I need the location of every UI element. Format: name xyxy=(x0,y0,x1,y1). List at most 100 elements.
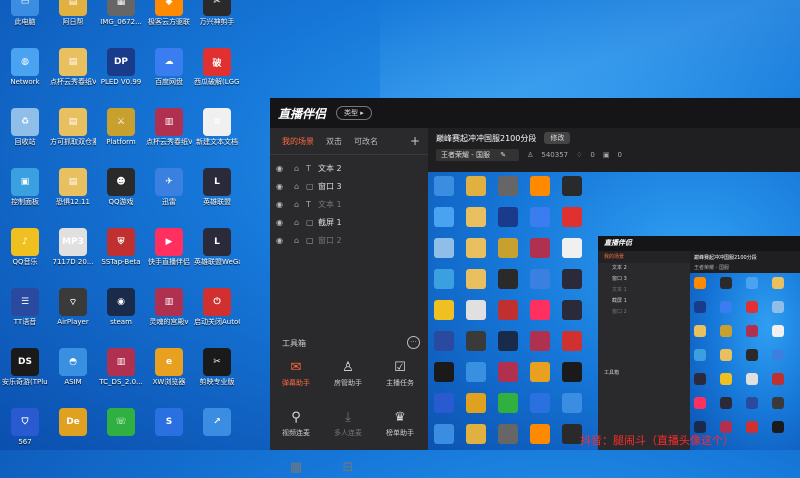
desktop-icon[interactable]: ♪ QQ音乐 xyxy=(2,228,48,267)
desktop-icon[interactable]: ☰ TT语音 xyxy=(2,288,48,327)
preview-desktop-icon xyxy=(498,424,518,444)
scene-item[interactable]: ◉ ⌂ T 文本 1 xyxy=(270,195,428,213)
nested-preview-icon xyxy=(694,373,706,385)
toolbox-item[interactable]: ▦ xyxy=(270,460,322,478)
desktop-icon[interactable]: ☻ QQ游戏 xyxy=(98,168,144,207)
toolbox-item[interactable]: ♛ 榜单助手 xyxy=(374,410,426,438)
visibility-eye-icon[interactable]: ◉ xyxy=(276,200,290,209)
nested-preview-icon xyxy=(772,397,784,409)
nested-preview-icon xyxy=(746,277,758,289)
tab-rename[interactable]: 可改名 xyxy=(354,136,378,147)
desktop-icon[interactable]: ▥ 点杯云秀春纸V1.8.8 xyxy=(146,108,192,147)
type-button[interactable]: 类型 ▸ xyxy=(336,106,372,120)
desktop-icon-label: 英雄联盟 xyxy=(203,198,231,206)
stream-preview[interactable]: 直播伴侣 我的场景 文本 2 窗口 3 文本 1 截屏 1 窗口 2 工具箱 巅峰赛起冲… xyxy=(428,172,800,450)
add-scene-button[interactable]: + xyxy=(410,134,420,148)
desktop-icon[interactable]: ▭ 此电脑 xyxy=(2,0,48,27)
lock-icon[interactable]: ⌂ xyxy=(294,218,306,227)
scene-item[interactable]: ◉ ⌂ ▢ 窗口 3 xyxy=(270,177,428,195)
lock-icon[interactable]: ⌂ xyxy=(294,182,306,191)
scene-tabs: 我的场景 双击 可改名 + xyxy=(270,128,428,155)
lock-icon[interactable]: ⌂ xyxy=(294,236,306,245)
desktop-icon[interactable]: ⛉ 567 xyxy=(2,408,48,447)
visibility-eye-icon[interactable]: ◉ xyxy=(276,164,290,173)
desktop-icon[interactable]: ⌔ AirPlayer xyxy=(50,288,96,327)
lock-icon[interactable]: ⌂ xyxy=(294,200,306,209)
preview-desktop-icon xyxy=(434,424,454,444)
scene-item[interactable]: ◉ ⌂ T 文本 2 xyxy=(270,159,428,177)
gift-icon: ▣ xyxy=(602,151,610,159)
desktop-icon[interactable]: ▣ 控制面板 xyxy=(2,168,48,207)
toolbox-more-button[interactable]: ··· xyxy=(407,336,420,349)
scene-item[interactable]: ◉ ⌂ ▢ 截屏 1 xyxy=(270,213,428,231)
tab-my-scenes[interactable]: 我的场景 xyxy=(282,136,314,147)
desktop-icon[interactable]: L 英雄联盟WeGame版 xyxy=(194,228,240,267)
desktop-icon[interactable]: ✂ 剪映专业版 xyxy=(194,348,240,387)
visibility-eye-icon[interactable]: ◉ xyxy=(276,236,290,245)
desktop-icon[interactable]: ▦ IMG_0672... xyxy=(98,0,144,27)
toolbox-item[interactable]: ✉ 弹幕助手 xyxy=(270,360,322,388)
desktop-icon[interactable]: ▤ 方可抓取双仓素版 xyxy=(50,108,96,147)
nested-preview-icon xyxy=(746,421,758,433)
desktop-icon[interactable]: ▤ 阿日帮 xyxy=(50,0,96,27)
preview-desktop-icon xyxy=(466,331,486,351)
toolbox-header: 工具箱 xyxy=(282,339,306,348)
desktop-icon[interactable]: ☁ 百度网盘 xyxy=(146,48,192,87)
desktop-icon[interactable]: ◓ ASIM xyxy=(50,348,96,387)
toolbox-item[interactable]: ⤓ 多人连麦 xyxy=(322,410,374,438)
desktop-icon[interactable]: DS 安乐奇游(TPlus) xyxy=(2,348,48,387)
desktop-icon[interactable]: ⛨ SSTap-Beta xyxy=(98,228,144,267)
desktop-icon[interactable]: ◆ 极客云方驱联 xyxy=(146,0,192,27)
desktop-icon[interactable]: De xyxy=(50,408,96,438)
desktop-icon[interactable]: ▤ 恐惧12.11 xyxy=(50,168,96,207)
desktop-icon[interactable]: ✈ 迅雷 xyxy=(146,168,192,207)
toolbox-item[interactable]: ♙ 房管助手 xyxy=(322,360,374,388)
preview-desktop-icon xyxy=(498,393,518,413)
desktop-icon[interactable]: ☏ xyxy=(98,408,144,438)
toolbox-item[interactable]: ⚲ 视频连麦 xyxy=(270,410,322,438)
nested-scene-item: 文本 1 xyxy=(612,287,627,293)
desktop-icon[interactable]: ◍ Network xyxy=(2,48,48,87)
nested-preview-icon xyxy=(694,349,706,361)
desktop-icon[interactable]: ▥ TC_DS_2.0... xyxy=(98,348,144,387)
app-icon: DS xyxy=(11,348,39,376)
desktop-icon-label: 极客云方驱联 xyxy=(148,18,190,26)
desktop-icon[interactable]: ↗ xyxy=(194,408,240,438)
modify-title-button[interactable]: 修改 xyxy=(544,132,571,144)
app-icon: S xyxy=(155,408,183,436)
desktop-icon[interactable]: ♻ 回收站 xyxy=(2,108,48,147)
visibility-eye-icon[interactable]: ◉ xyxy=(276,218,290,227)
app-icon: ▥ xyxy=(155,288,183,316)
desktop-icon[interactable]: DP PLED V0.99 xyxy=(98,48,144,87)
nested-scene-panel: 我的场景 文本 2 窗口 3 文本 1 截屏 1 窗口 2 工具箱 xyxy=(598,251,690,450)
desktop-icon[interactable]: L 英雄联盟 xyxy=(194,168,240,207)
scene-label: 文本 2 xyxy=(318,163,342,173)
visibility-eye-icon[interactable]: ◉ xyxy=(276,182,290,191)
app-icon: ⛨ xyxy=(107,228,135,256)
desktop-icon[interactable]: e XW浏览器 xyxy=(146,348,192,387)
desktop-icon[interactable]: ⏻ 启动关闭AutoOFF4... xyxy=(194,288,240,327)
desktop-icon[interactable]: MP3 7117D 20... xyxy=(50,228,96,267)
scene-item[interactable]: ◉ ⌂ ▢ 窗口 2 xyxy=(270,231,428,249)
desktop-icon[interactable]: ≡ 新建文本文档 xyxy=(194,108,240,147)
desktop-icon[interactable]: 破西瓜破解(LGG) xyxy=(194,48,240,87)
desktop-icon[interactable]: ◉ steam xyxy=(98,288,144,327)
app-icon: ✂ xyxy=(203,0,231,16)
lock-icon[interactable]: ⌂ xyxy=(294,164,306,173)
nested-preview-icon xyxy=(720,301,732,313)
tab-double-click[interactable]: 双击 xyxy=(326,136,342,147)
nested-preview-icon xyxy=(772,301,784,313)
desktop-icon[interactable]: ▤ 点杯云秀春纸V1.8.8 xyxy=(50,48,96,87)
desktop-icon[interactable]: ⚔ Platform xyxy=(98,108,144,147)
preview-desktop-icon xyxy=(434,207,454,227)
desktop-icon-label: 灵魂的宫殿v xyxy=(149,318,189,326)
desktop-icon[interactable]: S xyxy=(146,408,192,438)
game-category-button[interactable]: 王者荣耀 - 国服 ✎ xyxy=(436,149,520,161)
desktop-icon[interactable]: ✂ 万兴神剪手 xyxy=(194,0,240,27)
desktop-icon[interactable]: ▥ 灵魂的宫殿v xyxy=(146,288,192,327)
preview-desktop-icon xyxy=(530,207,550,227)
toolbox-item[interactable]: ☑ 主播任务 xyxy=(374,360,426,388)
nested-tab-my-scenes: 我的场景 xyxy=(604,254,625,260)
toolbox-item[interactable]: ⊟ xyxy=(322,460,374,478)
desktop-icon[interactable]: ▶ 快手直播伴侣 xyxy=(146,228,192,267)
